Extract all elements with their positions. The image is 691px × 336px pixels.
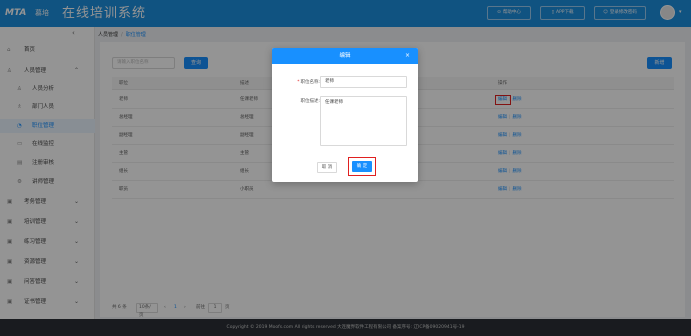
position-desc-textarea[interactable]: 任课老师 (320, 96, 407, 146)
position-desc-label: 职位描述: (300, 99, 320, 104)
edit-dialog: 编辑 × *职位名称: 老师 职位描述: 任课老师 取 消 确 定 (272, 48, 418, 182)
cancel-button[interactable]: 取 消 (317, 162, 337, 173)
dialog-title: 编辑 (339, 53, 351, 59)
position-name-label: *职位名称: (280, 79, 320, 85)
highlight-box (348, 157, 376, 176)
close-icon[interactable]: × (405, 48, 410, 64)
position-name-input[interactable]: 老师 (320, 76, 407, 88)
dialog-header: 编辑 × (272, 48, 418, 64)
position-name-label-text: 职位名称: (300, 80, 320, 85)
